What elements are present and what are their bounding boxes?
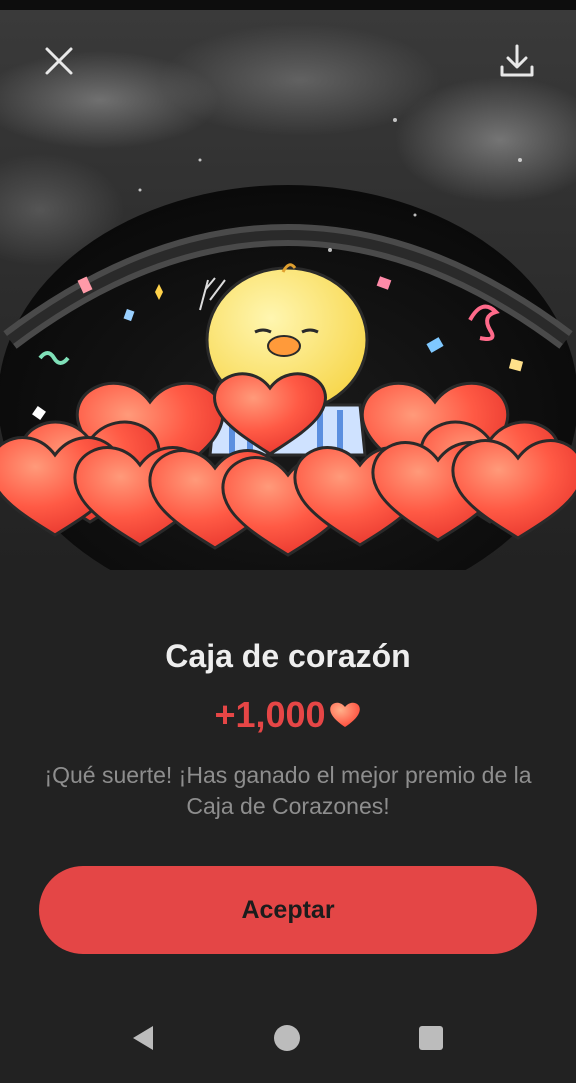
heart-icon <box>329 702 360 727</box>
download-icon <box>500 44 534 77</box>
close-button[interactable] <box>35 37 83 85</box>
nav-back-button[interactable] <box>121 1016 165 1060</box>
back-triangle-icon <box>133 1026 153 1050</box>
reward-amount-row: +1,000 <box>0 692 576 738</box>
close-icon <box>45 47 73 75</box>
heart-box-illustration <box>0 118 576 570</box>
accept-button[interactable]: Aceptar <box>39 866 537 954</box>
recents-square-icon <box>419 1026 443 1050</box>
reward-illustration <box>0 10 576 570</box>
reward-message: ¡Qué suerte! ¡Has ganado el mejor premio… <box>44 762 532 819</box>
download-button[interactable] <box>493 37 541 85</box>
nav-recents-button[interactable] <box>409 1016 453 1060</box>
reward-title: Caja de corazón <box>165 638 411 674</box>
system-nav-bar <box>0 990 576 1083</box>
reward-amount: +1,000 <box>214 694 326 735</box>
nav-home-button[interactable] <box>265 1016 309 1060</box>
status-bar <box>0 0 576 10</box>
home-circle-icon <box>274 1025 300 1051</box>
